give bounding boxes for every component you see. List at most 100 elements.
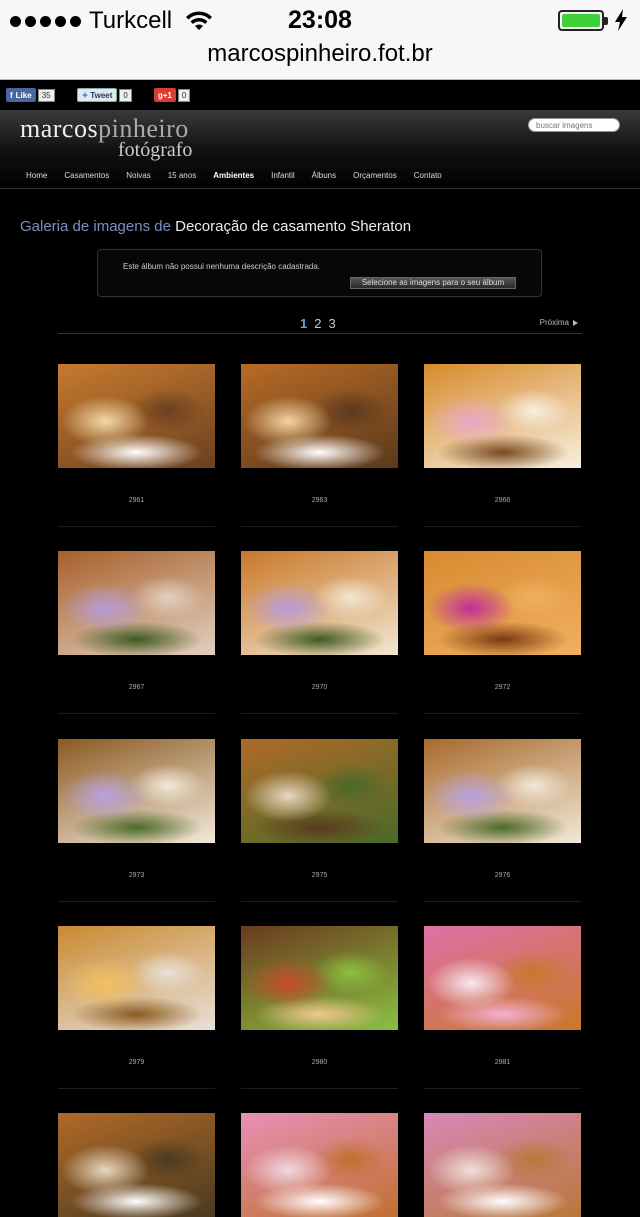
nav-albuns[interactable]: Álbuns (312, 171, 336, 180)
description-box: Este álbum não possui nenhuma descrição … (97, 249, 542, 297)
title-prefix: Galeria de imagens de (20, 218, 171, 235)
page-2[interactable]: 2 (314, 316, 321, 331)
search-input[interactable] (528, 118, 620, 132)
photo-item[interactable]: 2972 (424, 551, 582, 714)
photo-caption: 2979 (128, 1059, 145, 1066)
photo-thumbnail[interactable] (58, 1113, 215, 1217)
page-title: Galeria de imagens de Decoração de casam… (20, 218, 411, 235)
photo-item[interactable]: 2966 (424, 364, 582, 527)
photo-thumbnail[interactable] (241, 551, 398, 655)
photo-divider (241, 713, 398, 714)
photo-caption: 2966 (494, 497, 511, 504)
tweet-count: 0 (119, 88, 132, 102)
photo-thumbnail[interactable] (424, 551, 581, 655)
photo-divider (58, 713, 215, 714)
photo-divider (424, 901, 581, 902)
charging-icon (615, 9, 627, 31)
facebook-icon: f (10, 90, 13, 100)
main-nav: Home Casamentos Noivas 15 anos Ambientes… (26, 171, 442, 180)
gplus-count: 0 (177, 88, 191, 102)
facebook-like-button[interactable]: f Like 35 (6, 87, 55, 103)
nav-casamentos[interactable]: Casamentos (64, 171, 109, 180)
arrow-right-icon (573, 319, 578, 326)
photo-divider (58, 1088, 215, 1089)
nav-infantil[interactable]: Infantil (271, 171, 295, 180)
nav-noivas[interactable]: Noivas (126, 171, 150, 180)
photo-caption: 2973 (128, 872, 145, 879)
logo-part1: marcos (20, 114, 99, 143)
photo-item[interactable]: 2979 (58, 926, 216, 1089)
photo-caption: 2975 (311, 872, 328, 879)
photo-thumbnail[interactable] (424, 739, 581, 843)
like-count: 35 (37, 88, 55, 102)
album-description: Este álbum não possui nenhuma descrição … (123, 262, 321, 271)
photo-caption: 2981 (494, 1059, 511, 1066)
tweet-label: Tweet (90, 90, 113, 100)
photo-caption: 2961 (128, 497, 145, 504)
photo-thumbnail[interactable] (241, 926, 398, 1030)
photo-item[interactable]: 2976 (424, 739, 582, 902)
photo-item[interactable]: 2967 (58, 551, 216, 714)
photo-item[interactable] (424, 1113, 582, 1217)
page-3[interactable]: 3 (328, 316, 335, 331)
photo-divider (58, 526, 215, 527)
select-images-button[interactable]: Selecione as imagens para o seu álbum (350, 277, 516, 289)
photo-caption: 2976 (494, 872, 511, 879)
photo-divider (241, 526, 398, 527)
photo-divider (58, 901, 215, 902)
photo-divider (241, 1088, 398, 1089)
photo-caption: 2967 (128, 684, 145, 691)
photo-thumbnail[interactable] (424, 926, 581, 1030)
clock: 23:08 (288, 6, 352, 34)
social-bar: f Like 35 ✦ Tweet 0 g+1 0 (0, 80, 640, 110)
twitter-icon: ✦ (81, 90, 89, 100)
photo-thumbnail[interactable] (241, 739, 398, 843)
photo-caption: 2972 (494, 684, 511, 691)
photo-item[interactable]: 2980 (241, 926, 399, 1089)
nav-15-anos[interactable]: 15 anos (168, 171, 196, 180)
logo-line2: fotógrafo (118, 139, 193, 161)
photo-thumbnail[interactable] (58, 551, 215, 655)
nav-contato[interactable]: Contato (414, 171, 442, 180)
photo-item[interactable] (241, 1113, 399, 1217)
photo-thumbnail[interactable] (241, 364, 398, 468)
like-label: Like (15, 90, 32, 100)
photo-divider (424, 713, 581, 714)
gplus-button[interactable]: g+1 0 (153, 87, 191, 103)
nav-ambientes[interactable]: Ambientes (213, 171, 254, 180)
gplus-label: g+1 (153, 88, 176, 102)
photo-thumbnail[interactable] (241, 1113, 398, 1217)
pagination: 1 2 3 Próxima (58, 316, 582, 334)
photo-thumbnail[interactable] (58, 364, 215, 468)
photo-thumbnail[interactable] (58, 739, 215, 843)
photo-item[interactable]: 2973 (58, 739, 216, 902)
photo-item[interactable]: 2963 (241, 364, 399, 527)
photo-thumbnail[interactable] (424, 364, 581, 468)
gallery-name: Decoração de casamento Sheraton (175, 218, 412, 235)
nav-home[interactable]: Home (26, 171, 47, 180)
next-label: Próxima (539, 318, 569, 327)
photo-caption: 2963 (311, 497, 328, 504)
photo-divider (424, 1088, 581, 1089)
tweet-button[interactable]: ✦ Tweet 0 (76, 87, 132, 103)
photo-item[interactable] (58, 1113, 216, 1217)
photo-item[interactable]: 2981 (424, 926, 582, 1089)
nav-orcamentos[interactable]: Orçamentos (353, 171, 397, 180)
photo-item[interactable]: 2961 (58, 364, 216, 527)
photo-thumbnail[interactable] (58, 926, 215, 1030)
photo-thumbnail[interactable] (424, 1113, 581, 1217)
header-divider (0, 188, 640, 189)
site-header: marcospinheiro fotógrafo Home Casamentos… (0, 110, 640, 190)
status-bar: Turkcell 23:08 (0, 0, 640, 40)
battery-icon (558, 10, 608, 31)
photo-item[interactable]: 2975 (241, 739, 399, 902)
photo-divider (241, 901, 398, 902)
site-logo[interactable]: marcospinheiro fotógrafo (20, 114, 193, 161)
page-1[interactable]: 1 (300, 316, 307, 331)
photo-item[interactable]: 2970 (241, 551, 399, 714)
photo-divider (424, 526, 581, 527)
photo-caption: 2980 (311, 1059, 328, 1066)
address-bar[interactable]: marcospinheiro.fot.br (0, 40, 640, 80)
photo-caption: 2970 (311, 684, 328, 691)
next-page-link[interactable]: Próxima (540, 318, 578, 327)
